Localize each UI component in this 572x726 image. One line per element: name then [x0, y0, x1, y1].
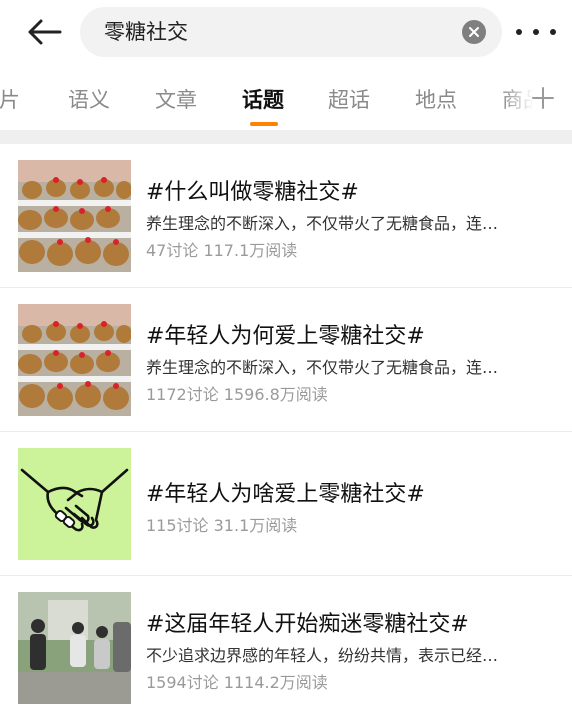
search-input[interactable]: 零糖社交	[80, 7, 502, 57]
topic-title: #年轻人为啥爱上零糖社交#	[146, 482, 425, 507]
plus-icon[interactable]	[531, 86, 555, 110]
capybara-plush-photo-icon	[18, 160, 131, 272]
back-button[interactable]	[22, 14, 66, 50]
handshake-icon	[18, 448, 131, 560]
tab-articles[interactable]: 文章	[155, 84, 197, 114]
topic-stats: 1172讨论 1596.8万阅读	[146, 385, 328, 404]
search-header: 零糖社交	[0, 0, 572, 64]
topic-title: #年轻人为何爱上零糖社交#	[146, 324, 425, 349]
topic-row[interactable]: #年轻人为啥爱上零糖社交# 115讨论 31.1万阅读	[0, 432, 572, 576]
topic-title: #什么叫做零糖社交#	[146, 180, 359, 205]
topic-thumbnail	[18, 592, 131, 704]
active-tab-indicator	[250, 122, 278, 126]
topic-thumbnail	[18, 448, 131, 560]
more-dot-icon	[550, 29, 556, 35]
people-outdoor-photo-icon	[18, 592, 131, 704]
close-icon	[469, 27, 479, 37]
topic-description: 不少追求边界感的年轻人，纷纷共情，表示已经…	[146, 646, 499, 665]
topic-thumbnail	[18, 304, 131, 416]
topic-row[interactable]: #年轻人为何爱上零糖社交# 养生理念的不断深入，不仅带火了无糖食品，连… 117…	[0, 288, 572, 432]
topic-description: 养生理念的不断深入，不仅带火了无糖食品，连…	[146, 358, 499, 377]
topic-stats: 47讨论 117.1万阅读	[146, 241, 298, 260]
tab-images[interactable]: 图片	[0, 84, 20, 114]
tab-super-topics[interactable]: 超话	[328, 84, 370, 114]
more-dot-icon	[516, 29, 522, 35]
topic-stats: 1594讨论 1114.2万阅读	[146, 673, 328, 692]
clear-search-button[interactable]	[462, 20, 486, 44]
arrow-left-icon	[28, 19, 62, 45]
more-dot-icon	[533, 29, 539, 35]
topic-stats: 115讨论 31.1万阅读	[146, 516, 298, 535]
tab-topics[interactable]: 话题	[242, 84, 284, 114]
tab-semantic[interactable]: 语义	[68, 84, 110, 114]
section-divider	[0, 130, 572, 144]
tab-places[interactable]: 地点	[415, 84, 457, 114]
topic-row[interactable]: #这届年轻人开始痴迷零糖社交# 不少追求边界感的年轻人，纷纷共情，表示已经… 1…	[0, 576, 572, 720]
topic-thumbnail	[18, 160, 131, 272]
more-options-button[interactable]	[516, 18, 556, 46]
search-query-text: 零糖社交	[104, 20, 188, 44]
topic-row[interactable]: #什么叫做零糖社交# 养生理念的不断深入，不仅带火了无糖食品，连… 47讨论 1…	[0, 144, 572, 288]
topic-description: 养生理念的不断深入，不仅带火了无糖食品，连…	[146, 214, 499, 233]
search-category-tabs: 图片 语义 文章 话题 超话 地点 商品	[0, 64, 572, 130]
topic-title: #这届年轻人开始痴迷零糖社交#	[146, 612, 469, 637]
capybara-plush-photo-icon	[18, 304, 131, 416]
